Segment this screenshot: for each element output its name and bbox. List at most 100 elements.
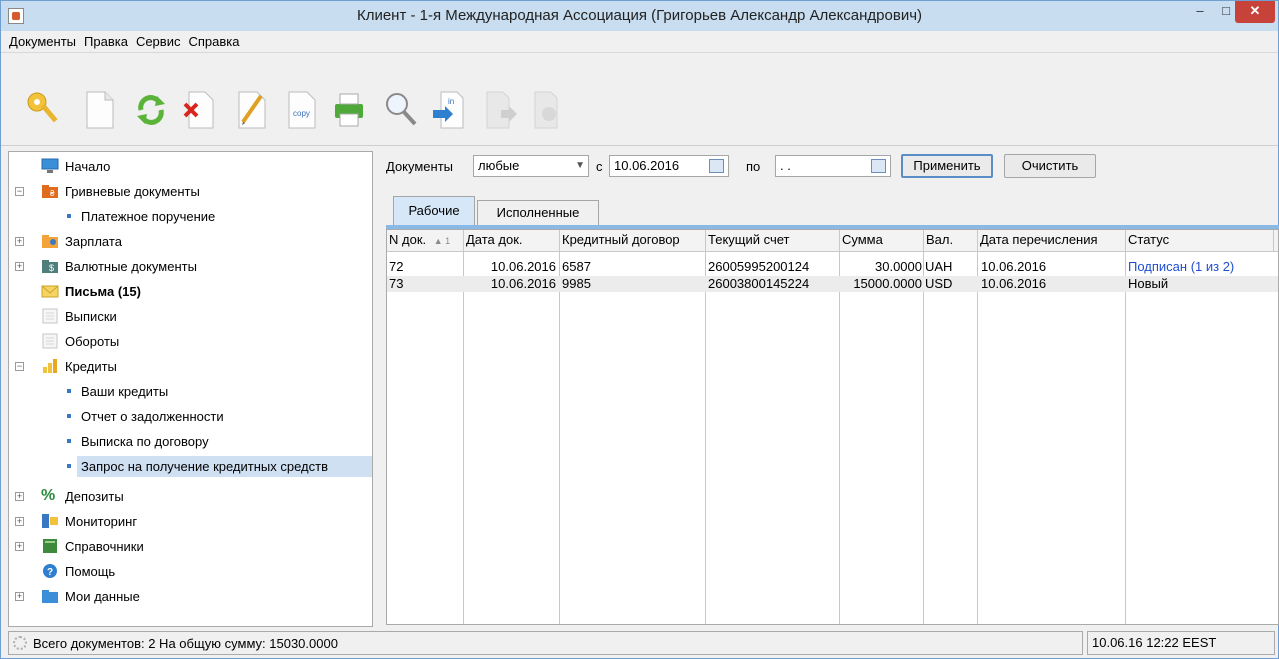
tree-item-your-credits[interactable]: Ваши кредиты <box>9 379 372 403</box>
expand-toggle[interactable]: + <box>15 516 24 526</box>
cell-amount[interactable]: 15000.0000 <box>840 276 922 292</box>
chevron-down-icon[interactable]: ▼ <box>575 156 585 176</box>
tree-item-label: Мои данные <box>65 588 140 604</box>
date-from-field[interactable]: 10.06.2016 <box>609 155 729 177</box>
sort-ascending-icon: ▲ 1 <box>433 236 451 246</box>
folder-user-icon <box>42 235 58 248</box>
edit-icon[interactable] <box>231 88 271 132</box>
column-header-transfer-date[interactable]: Дата перечисления <box>978 230 1126 252</box>
bullet-icon <box>67 214 71 218</box>
column-header-currency[interactable]: Вал. <box>924 230 978 252</box>
cell-current-account[interactable]: 26005995200124 <box>708 259 809 275</box>
tree-item-contract-statement[interactable]: Выписка по договору <box>9 429 372 453</box>
cell-date[interactable]: 10.06.2016 <box>464 259 556 275</box>
import-icon[interactable]: in <box>429 88 469 132</box>
documents-type-value: любые <box>478 158 520 173</box>
tree-item-deposits[interactable]: + % Депозиты <box>9 484 372 508</box>
tree-item-debt-report[interactable]: Отчет о задолженности <box>9 404 372 428</box>
cell-transfer-date[interactable]: 10.06.2016 <box>981 276 1046 292</box>
date-to-field[interactable]: . . <box>775 155 891 177</box>
column-header-status[interactable]: Статус <box>1126 230 1274 252</box>
folder-uah-icon: ₴ <box>42 185 58 198</box>
menu-service[interactable]: Сервис <box>132 34 185 49</box>
column-header-number[interactable]: N док. ▲ 1 <box>387 230 464 252</box>
folder-icon <box>42 590 58 603</box>
column-header-amount[interactable]: Сумма <box>840 230 924 252</box>
cell-currency[interactable]: USD <box>925 276 952 292</box>
clear-button[interactable]: Очистить <box>1004 154 1096 178</box>
tree-item-label: Ваши кредиты <box>81 383 169 399</box>
key-icon[interactable] <box>23 88 63 132</box>
window-title: Клиент - 1-я Международная Ассоциация (Г… <box>356 7 923 24</box>
column-header-date[interactable]: Дата док. <box>464 230 560 252</box>
tree-item-label: Письма (15) <box>65 283 141 299</box>
tree-item-start[interactable]: Начало <box>9 154 372 178</box>
title-bar[interactable]: Клиент - 1-я Международная Ассоциация (Г… <box>1 1 1278 31</box>
menu-help[interactable]: Справка <box>184 34 243 49</box>
bullet-icon <box>67 439 71 443</box>
cell-currency[interactable]: UAH <box>925 259 952 275</box>
cell-credit-contract[interactable]: 9985 <box>562 276 591 292</box>
tree-item-monitoring[interactable]: + Мониторинг <box>9 509 372 533</box>
tree-item-directories[interactable]: + Справочники <box>9 534 372 558</box>
tab-working[interactable]: Рабочие <box>393 196 475 226</box>
tree-item-payment-order[interactable]: Платежное поручение <box>9 204 372 228</box>
status-datetime: 10.06.16 12:22 EEST <box>1087 631 1275 655</box>
tree-item-uah-docs[interactable]: − ₴ Гривневые документы <box>9 179 372 203</box>
print-icon[interactable] <box>329 88 369 132</box>
expand-toggle[interactable]: + <box>15 236 24 246</box>
date-to-value: . . <box>780 158 791 173</box>
copy-icon[interactable]: copy <box>281 88 321 132</box>
minimize-button[interactable]: – <box>1187 1 1213 23</box>
documents-type-select[interactable]: любые ▼ <box>473 155 589 177</box>
column-divider <box>1125 252 1126 624</box>
new-document-icon[interactable] <box>79 88 119 132</box>
cell-amount[interactable]: 30.0000 <box>840 259 922 275</box>
svg-text:?: ? <box>47 567 53 578</box>
menu-edit[interactable]: Правка <box>80 34 132 49</box>
column-header-credit-contract[interactable]: Кредитный договор <box>560 230 706 252</box>
cell-status-new[interactable]: Новый <box>1128 276 1168 292</box>
tree-item-my-data[interactable]: + Мои данные <box>9 584 372 608</box>
documents-filter-label: Документы <box>386 159 454 174</box>
tree-item-label: Депозиты <box>65 488 124 504</box>
cell-credit-contract[interactable]: 6587 <box>562 259 591 275</box>
document-icon <box>42 308 58 324</box>
tree-item-credits[interactable]: − Кредиты <box>9 354 372 378</box>
tree-item-credit-request[interactable]: Запрос на получение кредитных средств <box>9 454 372 478</box>
menu-documents[interactable]: Документы <box>5 34 80 49</box>
cell-transfer-date[interactable]: 10.06.2016 <box>981 259 1046 275</box>
tree-item-statements[interactable]: Выписки <box>9 304 372 328</box>
cell-current-account[interactable]: 26003800145224 <box>708 276 809 292</box>
tree-item-label: Валютные документы <box>65 258 197 274</box>
column-header-current-account[interactable]: Текущий счет <box>706 230 840 252</box>
delete-icon[interactable] <box>179 88 219 132</box>
tree-item-turnovers[interactable]: Обороты <box>9 329 372 353</box>
tab-executed[interactable]: Исполненные <box>477 200 599 226</box>
expand-toggle[interactable]: + <box>15 491 24 501</box>
calendar-icon[interactable] <box>709 159 724 173</box>
expand-toggle[interactable]: + <box>15 591 24 601</box>
tree-item-letters[interactable]: Письма (15) <box>9 279 372 303</box>
navigation-tree: Начало − ₴ Гривневые документы Платежное… <box>8 151 373 627</box>
cell-number[interactable]: 72 <box>389 259 403 275</box>
tree-item-salary[interactable]: + Зарплата <box>9 229 372 253</box>
expand-toggle[interactable]: + <box>15 261 24 271</box>
refresh-icon[interactable] <box>131 88 171 132</box>
collapse-toggle[interactable]: − <box>15 361 24 371</box>
cell-number[interactable]: 73 <box>389 276 403 292</box>
apply-button[interactable]: Применить <box>901 154 993 178</box>
tree-item-label: Платежное поручение <box>81 208 216 224</box>
monitor-icon <box>41 158 59 173</box>
collapse-toggle[interactable]: − <box>15 186 24 196</box>
tree-item-currency-docs[interactable]: + $ Валютные документы <box>9 254 372 278</box>
cell-date[interactable]: 10.06.2016 <box>464 276 556 292</box>
cell-status-signed[interactable]: Подписан (1 из 2) <box>1128 259 1234 275</box>
calendar-icon[interactable] <box>871 159 886 173</box>
search-icon[interactable] <box>381 88 421 132</box>
expand-toggle[interactable]: + <box>15 541 24 551</box>
column-divider <box>839 252 840 624</box>
export-icon <box>479 88 519 132</box>
tree-item-help[interactable]: ? Помощь <box>9 559 372 583</box>
close-button[interactable]: ✕ <box>1235 1 1275 23</box>
